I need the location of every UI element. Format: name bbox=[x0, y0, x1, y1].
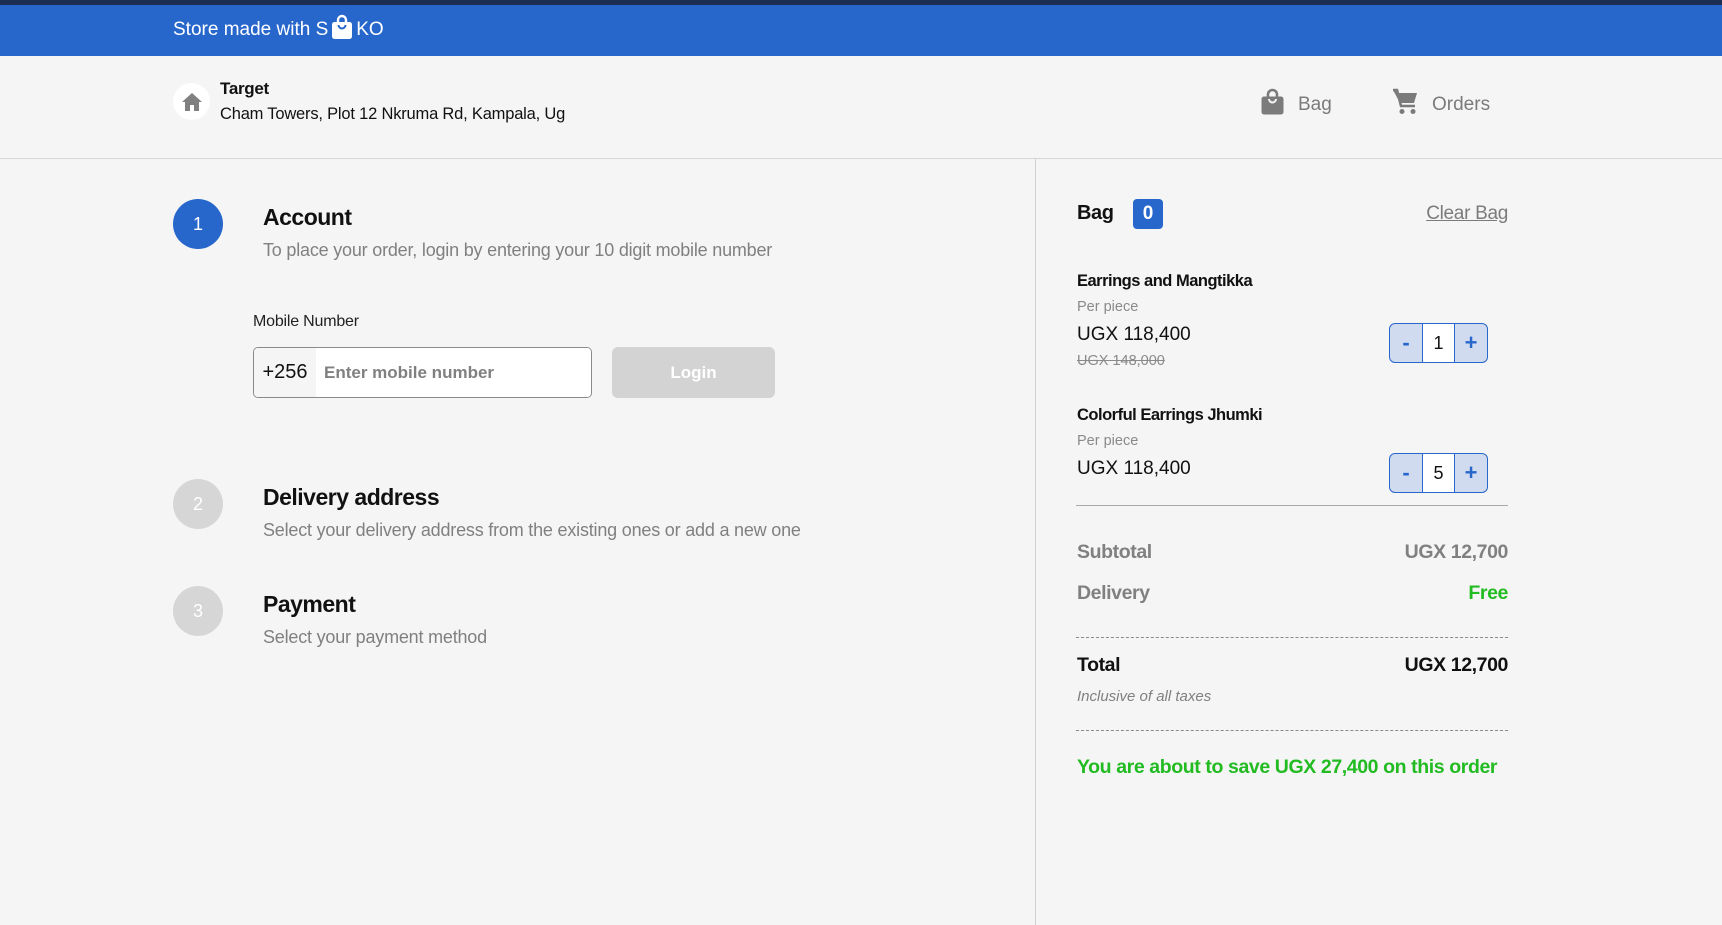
total-divider bbox=[1076, 730, 1508, 731]
column-divider bbox=[1035, 159, 1036, 925]
country-code-prefix: +256 bbox=[254, 348, 316, 397]
home-icon[interactable] bbox=[173, 83, 210, 120]
decrease-quantity-button[interactable]: - bbox=[1390, 454, 1422, 492]
step-2-description: Select your delivery address from the ex… bbox=[263, 520, 801, 540]
store-name: Target bbox=[220, 79, 269, 98]
nav-orders-link[interactable]: Orders bbox=[1392, 88, 1490, 121]
quantity-stepper: - 1 + bbox=[1389, 323, 1488, 363]
delivery-value: Free bbox=[1468, 582, 1508, 604]
total-value: UGX 12,700 bbox=[1404, 654, 1509, 676]
quantity-value[interactable]: 5 bbox=[1422, 454, 1455, 492]
promo-text-before: Store made with S bbox=[173, 19, 329, 40]
cart-icon bbox=[1392, 88, 1418, 121]
step-3-title: Payment bbox=[263, 591, 356, 617]
tax-note: Inclusive of all taxes bbox=[1077, 688, 1212, 705]
promo-bar: Store made with S KO bbox=[0, 5, 1722, 56]
bag-item-name: Earrings and Mangtikka bbox=[1077, 272, 1253, 290]
step-3-indicator: 3 bbox=[173, 586, 223, 636]
login-button[interactable]: Login bbox=[612, 347, 775, 398]
step-1-indicator: 1 bbox=[173, 199, 223, 249]
store-header: Target Cham Towers, Plot 12 Nkruma Rd, K… bbox=[0, 56, 1722, 159]
nav-bag-label: Bag bbox=[1298, 93, 1332, 115]
nav-orders-label: Orders bbox=[1432, 93, 1491, 115]
quantity-value[interactable]: 1 bbox=[1422, 324, 1455, 362]
bag-item-original-price: UGX 148,000 bbox=[1077, 353, 1165, 369]
bag-item-price: UGX 118,400 bbox=[1077, 458, 1191, 479]
increase-quantity-button[interactable]: + bbox=[1455, 454, 1487, 492]
clear-bag-link[interactable]: Clear Bag bbox=[1426, 203, 1508, 225]
step-1-title: Account bbox=[263, 204, 352, 230]
total-label: Total bbox=[1077, 654, 1121, 676]
step-2-title: Delivery address bbox=[263, 484, 440, 510]
mobile-number-input[interactable] bbox=[316, 348, 591, 397]
mobile-number-label: Mobile Number bbox=[253, 313, 359, 330]
subtotal-value: UGX 12,700 bbox=[1404, 541, 1509, 563]
bag-item-unit: Per piece bbox=[1077, 433, 1139, 449]
shopping-bag-icon bbox=[1261, 88, 1284, 121]
bag-item-name: Colorful Earrings Jhumki bbox=[1077, 406, 1263, 424]
quantity-stepper: - 5 + bbox=[1389, 453, 1488, 493]
decrease-quantity-button[interactable]: - bbox=[1390, 324, 1422, 362]
step-2-indicator: 2 bbox=[173, 479, 223, 529]
promo-text-after: KO bbox=[356, 19, 384, 40]
bag-item-price: UGX 118,400 bbox=[1077, 324, 1191, 345]
subtotal-label: Subtotal bbox=[1077, 541, 1152, 563]
increase-quantity-button[interactable]: + bbox=[1455, 324, 1487, 362]
promo-text: Store made with S KO bbox=[173, 14, 384, 41]
nav-bag-link[interactable]: Bag bbox=[1261, 88, 1332, 121]
summary-divider bbox=[1076, 637, 1508, 638]
shopping-bag-icon bbox=[331, 14, 353, 40]
store-address: Cham Towers, Plot 12 Nkruma Rd, Kampala,… bbox=[220, 105, 566, 123]
bag-item-unit: Per piece bbox=[1077, 299, 1139, 315]
mobile-number-field: +256 bbox=[253, 347, 592, 398]
step-1-description: To place your order, login by entering y… bbox=[263, 240, 773, 260]
savings-message: You are about to save UGX 27,400 on this… bbox=[1077, 756, 1498, 778]
items-divider bbox=[1076, 505, 1508, 506]
delivery-label: Delivery bbox=[1077, 582, 1150, 604]
bag-title: Bag bbox=[1077, 202, 1114, 224]
step-3-description: Select your payment method bbox=[263, 627, 487, 647]
bag-count-badge: 0 bbox=[1133, 199, 1163, 229]
